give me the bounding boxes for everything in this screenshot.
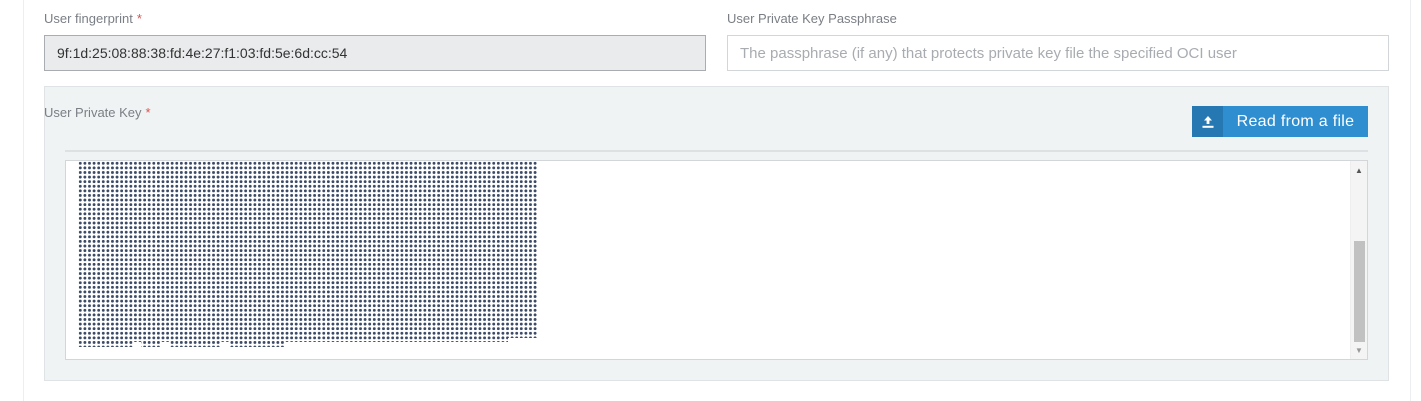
masked-key-content	[78, 161, 538, 347]
fingerprint-label: User fingerprint *	[44, 11, 142, 26]
read-from-file-button[interactable]: Read from a file	[1192, 106, 1368, 137]
fingerprint-value: 9f:1d:25:08:88:38:fd:4e:27:f1:03:fd:5e:6…	[57, 45, 348, 61]
panel-separator	[65, 150, 1368, 152]
left-divider	[23, 0, 24, 401]
private-key-label: User Private Key *	[44, 105, 151, 120]
oci-credentials-form: User fingerprint * 9f:1d:25:08:88:38:fd:4…	[0, 0, 1421, 401]
read-from-file-label: Read from a file	[1236, 112, 1355, 130]
passphrase-label: User Private Key Passphrase	[727, 11, 897, 26]
scrollbar-thumb[interactable]	[1354, 241, 1365, 342]
mask-gap	[285, 342, 515, 351]
private-key-textarea[interactable]: ▲ ▼	[65, 160, 1368, 360]
passphrase-label-text: User Private Key Passphrase	[727, 11, 897, 26]
passphrase-placeholder: The passphrase (if any) that protects pr…	[740, 44, 1237, 62]
right-divider	[1410, 0, 1411, 401]
passphrase-input[interactable]: The passphrase (if any) that protects pr…	[727, 35, 1389, 71]
mask-gap	[133, 342, 141, 351]
scroll-up-arrow-icon[interactable]: ▲	[1351, 163, 1367, 177]
fingerprint-input[interactable]: 9f:1d:25:08:88:38:fd:4e:27:f1:03:fd:5e:6…	[44, 35, 706, 71]
private-key-label-text: User Private Key	[44, 105, 142, 120]
required-mark: *	[136, 11, 142, 26]
vertical-scrollbar[interactable]: ▲ ▼	[1350, 161, 1367, 359]
required-mark: *	[145, 105, 151, 120]
upload-icon	[1192, 106, 1223, 137]
mask-gap	[221, 342, 229, 351]
fingerprint-label-text: User fingerprint	[44, 11, 133, 26]
mask-gap	[161, 342, 169, 351]
scroll-down-arrow-icon[interactable]: ▼	[1351, 343, 1367, 357]
